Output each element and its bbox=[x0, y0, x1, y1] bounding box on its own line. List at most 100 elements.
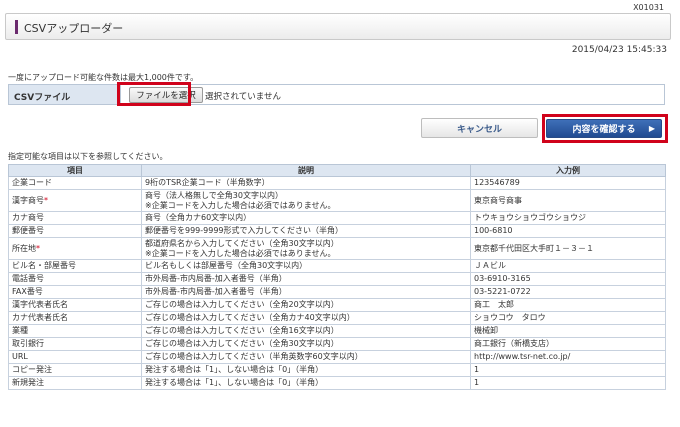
example-cell: 東京都千代田区大手町１－３－１ bbox=[470, 237, 666, 260]
item-cell: URL bbox=[8, 350, 142, 364]
description-text: 商号（法人格無しで全角30文字以内） bbox=[145, 190, 283, 200]
table-row: 漢字代表者氏名 ご存じの場合は入力してください（全角20文字以内） 商工 太郎 bbox=[8, 298, 666, 312]
table-row: ビル名・部屋番号 ビル名もしくは部屋番号（全角30文字以内） ＪＡビル bbox=[8, 259, 666, 273]
item-name: 郵便番号 bbox=[12, 226, 44, 235]
item-name: 企業コード bbox=[12, 178, 52, 187]
example-cell: 123546789 bbox=[470, 176, 666, 190]
description-cell: ご存じの場合は入力してください（全角16文字以内） bbox=[141, 324, 471, 338]
table-row: 漢字商号* 商号（法人格無しで全角30文字以内） ※企業コードを入力した場合は必須… bbox=[8, 189, 666, 212]
table-row: カナ商号 商号（全角カナ60文字以内） トウキョウショウゴウショウジ bbox=[8, 211, 666, 225]
item-cell: カナ代表者氏名 bbox=[8, 311, 142, 325]
item-name: 取引銀行 bbox=[12, 339, 44, 348]
confirm-button[interactable]: 内容を確認する ▶ bbox=[546, 119, 662, 138]
table-row: 企業コード 9桁のTSR企業コード（半角数字） 123546789 bbox=[8, 176, 666, 190]
item-name: 新規発注 bbox=[12, 378, 44, 387]
reference-caption: 指定可能な項目は以下を参照してください。 bbox=[8, 152, 168, 161]
description-cell: 市外局番-市内局番-加入者番号（半角） bbox=[141, 285, 471, 299]
example-cell: ショウコウ タロウ bbox=[470, 311, 666, 325]
example-cell: 商工 太郎 bbox=[470, 298, 666, 312]
description-cell: 商号（全角カナ60文字以内） bbox=[141, 211, 471, 225]
required-mark: * bbox=[36, 243, 40, 253]
chevron-right-icon: ▶ bbox=[648, 124, 655, 133]
table-header-row: 項目 説明 入力例 bbox=[8, 164, 666, 177]
description-text: ご存じの場合は入力してください（全角カナ40文字以内） bbox=[145, 313, 355, 322]
table-row: 新規発注 発注する場合は「1」、しない場合は「0」（半角） 1 bbox=[8, 376, 666, 390]
item-cell: 電話番号 bbox=[8, 272, 142, 286]
example-cell: トウキョウショウゴウショウジ bbox=[470, 211, 666, 225]
description-cell: ビル名もしくは部屋番号（全角30文字以内） bbox=[141, 259, 471, 273]
item-cell: 漢字代表者氏名 bbox=[8, 298, 142, 312]
choose-file-button[interactable]: ファイルを選択 bbox=[129, 87, 203, 103]
table-row: 電話番号 市外局番-市内局番-加入者番号（半角） 03-6910-3165 bbox=[8, 272, 666, 286]
description-cell: ご存じの場合は入力してください（全角20文字以内） bbox=[141, 298, 471, 312]
item-name: カナ商号 bbox=[12, 213, 44, 222]
example-cell: ＪＡビル bbox=[470, 259, 666, 273]
item-cell: FAX番号 bbox=[8, 285, 142, 299]
description-cell: 発注する場合は「1」、しない場合は「0」（半角） bbox=[141, 376, 471, 390]
description-text: 市外局番-市内局番-加入者番号（半角） bbox=[145, 274, 287, 283]
description-text: 発注する場合は「1」、しない場合は「0」（半角） bbox=[145, 365, 324, 374]
item-cell: 取引銀行 bbox=[8, 337, 142, 351]
example-cell: 03-6910-3165 bbox=[470, 272, 666, 286]
table-row: FAX番号 市外局番-市内局番-加入者番号（半角） 03-5221-0722 bbox=[8, 285, 666, 299]
description-note: ※企業コードを入力した場合は必須ではありません。 bbox=[145, 200, 336, 210]
cancel-button[interactable]: キャンセル bbox=[421, 118, 538, 138]
description-text: ビル名もしくは部屋番号（全角30文字以内） bbox=[145, 261, 308, 270]
example-cell: 03-5221-0722 bbox=[470, 285, 666, 299]
csv-file-label: CSVファイル bbox=[9, 85, 121, 104]
page-header: CSVアップローダー bbox=[5, 13, 671, 40]
description-cell: ご存じの場合は入力してください（全角カナ40文字以内） bbox=[141, 311, 471, 325]
description-text: ご存じの場合は入力してください（全角20文字以内） bbox=[145, 300, 339, 309]
item-cell: 漢字商号* bbox=[8, 189, 142, 212]
example-cell: 東京商号商事 bbox=[470, 189, 666, 212]
description-cell: ご存じの場合は入力してください（全角30文字以内） bbox=[141, 337, 471, 351]
example-cell: 1 bbox=[470, 363, 666, 377]
item-name: ビル名・部屋番号 bbox=[12, 261, 76, 270]
item-name: カナ代表者氏名 bbox=[12, 313, 68, 322]
example-cell: 機械卸 bbox=[470, 324, 666, 338]
table-row: 業種 ご存じの場合は入力してください（全角16文字以内） 機械卸 bbox=[8, 324, 666, 338]
description-cell: 商号（法人格無しで全角30文字以内） ※企業コードを入力した場合は必須ではありませ… bbox=[141, 189, 471, 212]
description-cell: 発注する場合は「1」、しない場合は「0」（半角） bbox=[141, 363, 471, 377]
field-reference-table: 項目 説明 入力例 企業コード 9桁のTSR企業コード（半角数字） 123546… bbox=[8, 164, 666, 390]
item-cell: 業種 bbox=[8, 324, 142, 338]
item-name: URL bbox=[12, 352, 28, 361]
required-mark: * bbox=[44, 195, 48, 205]
description-text: ご存じの場合は入力してください（半角英数字60文字以内） bbox=[145, 352, 363, 361]
description-text: 発注する場合は「1」、しない場合は「0」（半角） bbox=[145, 378, 324, 387]
example-cell: http://www.tsr-net.co.jp/ bbox=[470, 350, 666, 364]
table-row: URL ご存じの場合は入力してください（半角英数字60文字以内） http://… bbox=[8, 350, 666, 364]
description-cell: ご存じの場合は入力してください（半角英数字60文字以内） bbox=[141, 350, 471, 364]
title-accent-bar bbox=[15, 20, 18, 34]
item-cell: 新規発注 bbox=[8, 376, 142, 390]
item-cell: カナ商号 bbox=[8, 211, 142, 225]
upload-limit-notice: 一度にアップロード可能な件数は最大1,000件です。 bbox=[8, 73, 199, 82]
confirm-button-label: 内容を確認する bbox=[572, 125, 636, 135]
item-name: 電話番号 bbox=[12, 274, 44, 283]
description-note: ※企業コードを入力した場合は必須ではありません。 bbox=[145, 248, 336, 258]
description-cell: 郵便番号を999-9999形式で入力してください（半角） bbox=[141, 224, 471, 238]
item-name: 漢字商号 bbox=[12, 195, 44, 205]
item-cell: ビル名・部屋番号 bbox=[8, 259, 142, 273]
description-text: 郵便番号を999-9999形式で入力してください（半角） bbox=[145, 226, 344, 235]
item-name: 漢字代表者氏名 bbox=[12, 300, 68, 309]
example-cell: 1 bbox=[470, 376, 666, 390]
description-text: 都道府県名から入力してください（全角30文字以内） bbox=[145, 238, 339, 248]
item-name: 所在地 bbox=[12, 243, 36, 253]
file-status-text: 選択されていません bbox=[205, 92, 281, 102]
description-text: ご存じの場合は入力してください（全角30文字以内） bbox=[145, 339, 339, 348]
example-cell: 100-6810 bbox=[470, 224, 666, 238]
description-cell: 市外局番-市内局番-加入者番号（半角） bbox=[141, 272, 471, 286]
item-cell: 郵便番号 bbox=[8, 224, 142, 238]
table-row: カナ代表者氏名 ご存じの場合は入力してください（全角カナ40文字以内） ショウコ… bbox=[8, 311, 666, 325]
description-text: 市外局番-市内局番-加入者番号（半角） bbox=[145, 287, 287, 296]
header-description: 説明 bbox=[141, 164, 471, 177]
table-row: 所在地* 都道府県名から入力してください（全角30文字以内） ※企業コードを入力し… bbox=[8, 237, 666, 260]
table-row: 取引銀行 ご存じの場合は入力してください（全角30文字以内） 商工銀行（新橋支店… bbox=[8, 337, 666, 351]
item-cell: 所在地* bbox=[8, 237, 142, 260]
description-text: 商号（全角カナ60文字以内） bbox=[145, 213, 252, 222]
description-cell: 都道府県名から入力してください（全角30文字以内） ※企業コードを入力した場合は必… bbox=[141, 237, 471, 260]
item-name: FAX番号 bbox=[12, 287, 43, 296]
csv-file-row: CSVファイル ファイルを選択 選択されていません bbox=[8, 84, 665, 105]
item-name: コピー発注 bbox=[12, 365, 52, 374]
